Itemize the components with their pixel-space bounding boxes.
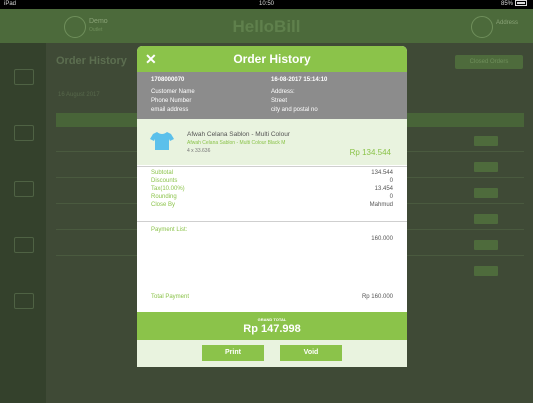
city-postal: city and postal no [271,107,318,113]
summary-close-by: Close By Mahmud [151,201,393,209]
summary-label: Discounts [151,178,178,184]
brand-logo: HelloBill [232,17,301,36]
print-button[interactable]: Print [202,345,264,361]
email-address: email address [151,107,189,113]
sidebar-item[interactable] [14,125,34,141]
street: Street [271,98,288,104]
row-action[interactable] [474,266,498,276]
modal-header: ✕ Order History [137,46,407,72]
sidebar [0,43,46,403]
summary-value: 0 [389,178,393,184]
outlet-name: Address [496,20,519,26]
payment-row: 160.000 [151,235,393,243]
item-variant: Afwah Celana Sablon - Multi Colour Black… [187,140,286,146]
customer-name: Customer Name [151,89,195,95]
item-price: Rp 134.544 [349,148,391,157]
modal-actions: Print Void [137,340,407,367]
summary-rounding: Rounding 0 [151,193,393,201]
payment-list-label: Payment List: [151,226,393,234]
address-label: Address: [271,89,295,95]
row-action[interactable] [474,162,498,172]
clock: 10:50 [258,1,274,7]
shirt-icon [150,132,174,150]
summary-label: Tax(10.00%) [151,186,185,192]
order-datetime: 16-08-2017 15:14:10 [271,77,328,83]
total-payment-value: Rp 160.000 [361,294,393,300]
battery-percent: 85% [500,1,513,7]
summary-discounts: Discounts 0 [151,177,393,185]
summary-label: Subtotal [151,170,174,176]
summary-value: 0 [389,194,393,200]
summary-tax: Tax(10.00%) 13.454 [151,185,393,193]
sidebar-item[interactable] [14,181,34,197]
row-action[interactable] [474,240,498,250]
sidebar-item[interactable] [14,237,34,253]
row-action[interactable] [474,136,498,146]
total-payment-row: Total Payment Rp 160.000 [151,293,393,301]
order-id: 1708000070 [151,77,185,83]
summary-subtotal: Subtotal 134.544 [151,169,393,177]
item-quantity: 4 x 33.636 [187,148,211,154]
total-payment-label: Total Payment [151,294,190,300]
grand-total-value: Rp 147.998 [243,323,301,335]
outlet-avatar[interactable] [471,16,493,38]
phone-number: Phone Number [151,98,192,104]
sidebar-item[interactable] [14,69,34,85]
modal-title: Order History [233,52,311,66]
divider [137,166,407,167]
payment-list-title: Payment List: [151,227,188,233]
order-history-modal: ✕ Order History 1708000070 16-08-2017 15… [137,46,407,367]
grand-total: GRAND TOTAL Rp 147.998 [137,312,407,340]
summary-value: 13.454 [374,186,393,192]
app-header: Demo Outlet HelloBill Address [0,9,533,43]
summary-label: Rounding [151,194,177,200]
battery-icon [515,0,527,7]
row-action[interactable] [474,188,498,198]
closed-orders-button[interactable]: Closed Orders [455,55,523,69]
battery-indicator: 85% [501,0,527,9]
sidebar-item[interactable] [14,293,34,309]
item-name: Afwah Celana Sablon - Multi Colour [187,131,290,138]
summary-value: Mahmud [369,202,393,208]
summary-value: 134.544 [371,170,393,176]
order-item[interactable]: Afwah Celana Sablon - Multi Colour Afwah… [137,119,407,165]
status-bar: iPad 10:50 85% [0,0,533,9]
row-action[interactable] [474,214,498,224]
payment-value: 160.000 [371,236,393,242]
customer-info: 1708000070 16-08-2017 15:14:10 Customer … [137,72,407,119]
void-button[interactable]: Void [280,345,342,361]
grand-total-label: GRAND TOTAL [257,317,287,322]
date-label: 16 August 2017 [58,92,100,98]
page-title: Order History [56,55,127,67]
summary-label: Close By [151,202,176,208]
divider [137,221,407,222]
